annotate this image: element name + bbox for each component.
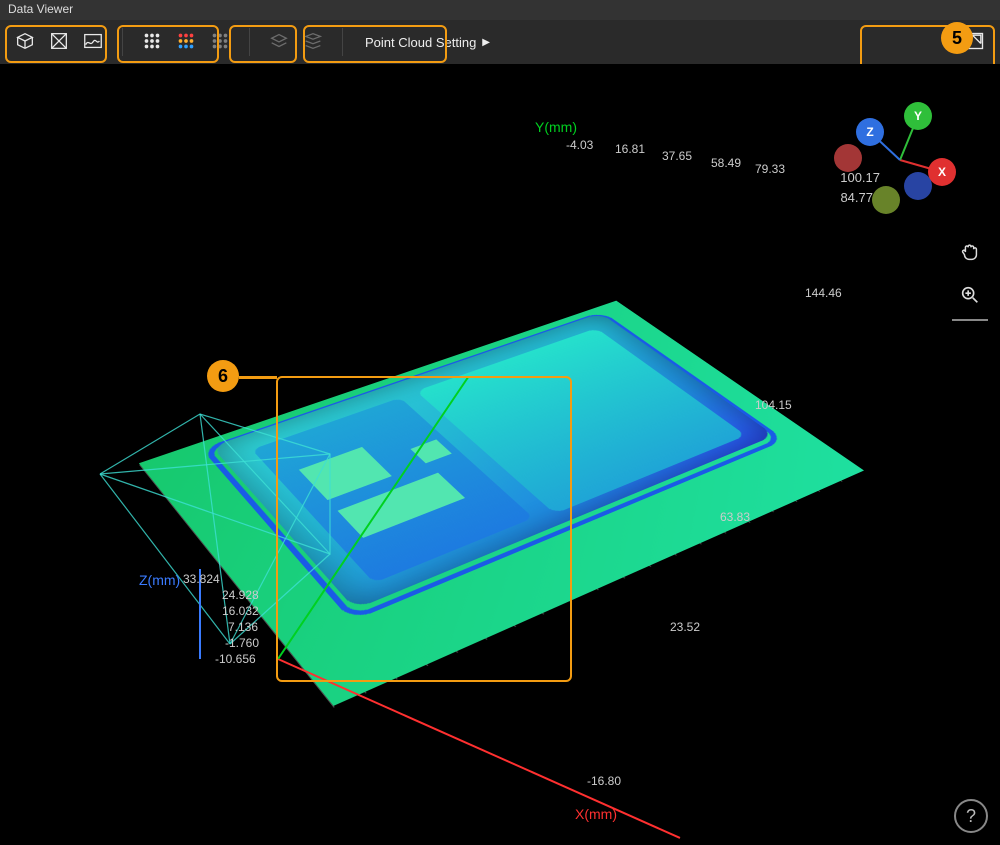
view-mode-profile-button[interactable]	[78, 27, 108, 57]
z-tick: 33.824	[183, 572, 220, 586]
layer-single-button	[264, 27, 294, 57]
x-tick: 23.52	[670, 620, 700, 634]
help-icon: ?	[966, 806, 976, 827]
layer-multi-icon	[302, 30, 324, 55]
pc-color-button[interactable]	[171, 27, 201, 57]
x-tick: 63.83	[720, 510, 750, 524]
pan-hand-icon	[959, 241, 981, 268]
pan-tool-button[interactable]	[955, 239, 985, 269]
view-mode-2d-button[interactable]	[44, 27, 74, 57]
point-cloud-gray-icon	[209, 30, 231, 55]
toolbar-group-1	[8, 25, 110, 59]
y-tick: 58.49	[711, 156, 741, 170]
z-tick: -10.656	[215, 652, 256, 666]
viewport-3d[interactable]: X(mm) Y(mm) Z(mm) -16.80 23.52 63.83 104…	[0, 64, 1000, 845]
gizmo-z[interactable]: Z	[856, 118, 884, 146]
z-tick: -1.760	[225, 636, 259, 650]
x-tick: 104.15	[755, 398, 792, 412]
toolbar-group-3	[262, 25, 330, 59]
point-cloud-color-icon	[175, 30, 197, 55]
gizmo-neg[interactable]	[872, 186, 900, 214]
zoom-in-icon	[959, 284, 981, 311]
x-tick: 144.46	[805, 286, 842, 300]
layer-single-icon	[268, 30, 290, 55]
help-button[interactable]: ?	[954, 799, 988, 833]
gizmo-neg[interactable]	[834, 144, 862, 172]
x-axis-label: X(mm)	[575, 806, 617, 822]
fullscreen-icon	[965, 31, 985, 54]
gizmo-neg[interactable]	[904, 172, 932, 200]
view-mode-3d-icon	[14, 30, 36, 55]
z-tick: 7.136	[228, 620, 258, 634]
toolbar-divider	[249, 28, 250, 56]
pc-gray-button[interactable]	[205, 27, 235, 57]
window-title: Data Viewer	[0, 0, 1000, 20]
fullscreen-button[interactable]	[960, 27, 990, 57]
z-tick: 24.928	[222, 588, 259, 602]
zoom-slider[interactable]	[952, 319, 988, 321]
gizmo-readout-2: 84.77	[840, 190, 873, 205]
gizmo-readout-1: 100.17	[840, 170, 880, 185]
view-mode-2d-icon	[48, 30, 70, 55]
layer-multi-button	[298, 27, 328, 57]
y-tick: 37.65	[662, 149, 692, 163]
point-cloud-mono-icon	[141, 30, 163, 55]
point-cloud-setting-label: Point Cloud Setting	[365, 35, 476, 50]
data-viewer-window: Data Viewer	[0, 0, 1000, 845]
z-tick: 16.032	[222, 604, 259, 618]
gizmo-y[interactable]: Y	[904, 102, 932, 130]
toolbar-divider	[342, 28, 343, 56]
toolbar: Point Cloud Setting ▶	[0, 20, 1000, 64]
y-tick: -4.03	[566, 138, 593, 152]
z-axis-label: Z(mm)	[139, 572, 180, 588]
view-mode-3d-button[interactable]	[10, 27, 40, 57]
y-tick: 79.33	[755, 162, 785, 176]
pc-mono-button[interactable]	[137, 27, 167, 57]
chevron-right-icon: ▶	[482, 37, 490, 48]
zoom-tool-button[interactable]	[955, 282, 985, 312]
x-tick: -16.80	[587, 774, 621, 788]
toolbar-divider	[122, 28, 123, 56]
point-cloud-setting-button[interactable]: Point Cloud Setting ▶	[355, 26, 500, 58]
view-mode-profile-icon	[82, 30, 104, 55]
y-axis-label: Y(mm)	[535, 119, 577, 135]
gizmo-x[interactable]: X	[928, 158, 956, 186]
toolbar-group-2	[135, 25, 237, 59]
y-tick: 16.81	[615, 142, 645, 156]
